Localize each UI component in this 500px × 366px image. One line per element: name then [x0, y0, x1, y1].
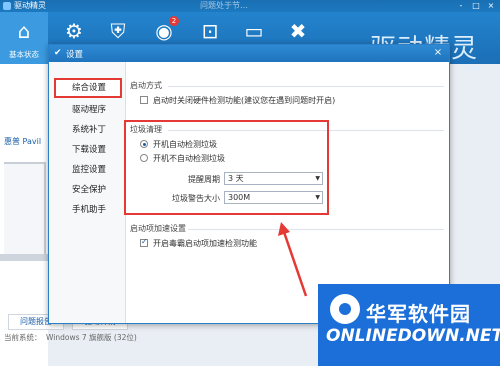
- settings-check-icon: ✔: [54, 48, 62, 58]
- nav-monitor-settings[interactable]: 监控设置: [54, 160, 122, 180]
- status-bar: 当前系统： Windows 7 旗舰版 (32位): [0, 332, 330, 344]
- laptop-image: [4, 162, 46, 256]
- update-count-badge: 2: [169, 16, 179, 26]
- toolbar-home-label: 基本状态: [9, 50, 39, 59]
- boost-detect-label: 开启毒霸启动项加速检测功能: [153, 239, 257, 248]
- boost-section-title: 启动项加速设置: [130, 224, 186, 233]
- tools-icon: ✖: [289, 19, 307, 43]
- shield-icon: ⛨: [110, 19, 126, 43]
- watermark-logo: 华军软件园 ONLINEDOWN.NET: [318, 284, 500, 366]
- device-model-text: 惠普 Pavil: [4, 137, 42, 146]
- app-logo-icon: [3, 2, 11, 10]
- startup-hw-detect-label: 启动时关闭硬件检测功能(建议您在遇到问题时开启): [153, 96, 336, 105]
- watermark-cn: 华军软件园: [366, 302, 471, 326]
- boost-detect-checkbox[interactable]: [140, 237, 148, 247]
- watermark-circle-icon: [330, 294, 360, 324]
- gear-icon: ⚙: [65, 19, 83, 43]
- nav-drivers[interactable]: 驱动程序: [54, 100, 122, 120]
- window-controls: - □ ×: [455, 1, 497, 10]
- status-label: 当前系统：: [4, 333, 42, 342]
- nav-download-settings[interactable]: 下载设置: [54, 140, 122, 160]
- minimize-button[interactable]: -: [455, 1, 467, 10]
- brand-sub-text: com: [465, 64, 480, 72]
- section-divider: [168, 86, 444, 87]
- nav-phone-assistant[interactable]: 手机助手: [54, 200, 122, 220]
- maximize-button[interactable]: □: [470, 1, 482, 10]
- status-os-value: Windows 7 旗舰版 (32位): [46, 333, 137, 342]
- settings-nav: 综合设置 驱动程序 系统补丁 下载设置 监控设置 安全保护 手机助手: [49, 62, 126, 323]
- dialog-title: 设置: [66, 50, 84, 60]
- close-window-button[interactable]: ×: [485, 1, 497, 10]
- monitor-icon: ▭: [244, 19, 264, 43]
- dialog-close-button[interactable]: ×: [432, 47, 444, 59]
- nav-security[interactable]: 安全保护: [54, 180, 122, 200]
- nav-general-settings[interactable]: 综合设置: [54, 78, 122, 98]
- startup-section-title: 启动方式: [130, 81, 162, 90]
- highlight-box: [124, 120, 329, 215]
- title-bar: 驱动精灵 问题处于节… - □ ×: [0, 0, 500, 12]
- watermark-en: ONLINEDOWN.NET: [326, 326, 500, 346]
- title-center-text: 问题处于节…: [200, 1, 248, 10]
- section-divider: [188, 229, 444, 230]
- box-icon: ⊡: [201, 19, 219, 43]
- startup-hw-detect-checkbox[interactable]: [140, 96, 148, 104]
- nav-system-patches[interactable]: 系统补丁: [54, 120, 122, 140]
- app-title: 驱动精灵: [14, 1, 46, 10]
- toolbar-home-button[interactable]: ⌂ 基本状态: [0, 12, 48, 64]
- dialog-title-bar: ✔ 设置 ×: [49, 45, 449, 62]
- laptop-base-image: [0, 254, 48, 261]
- home-icon: ⌂: [17, 19, 31, 43]
